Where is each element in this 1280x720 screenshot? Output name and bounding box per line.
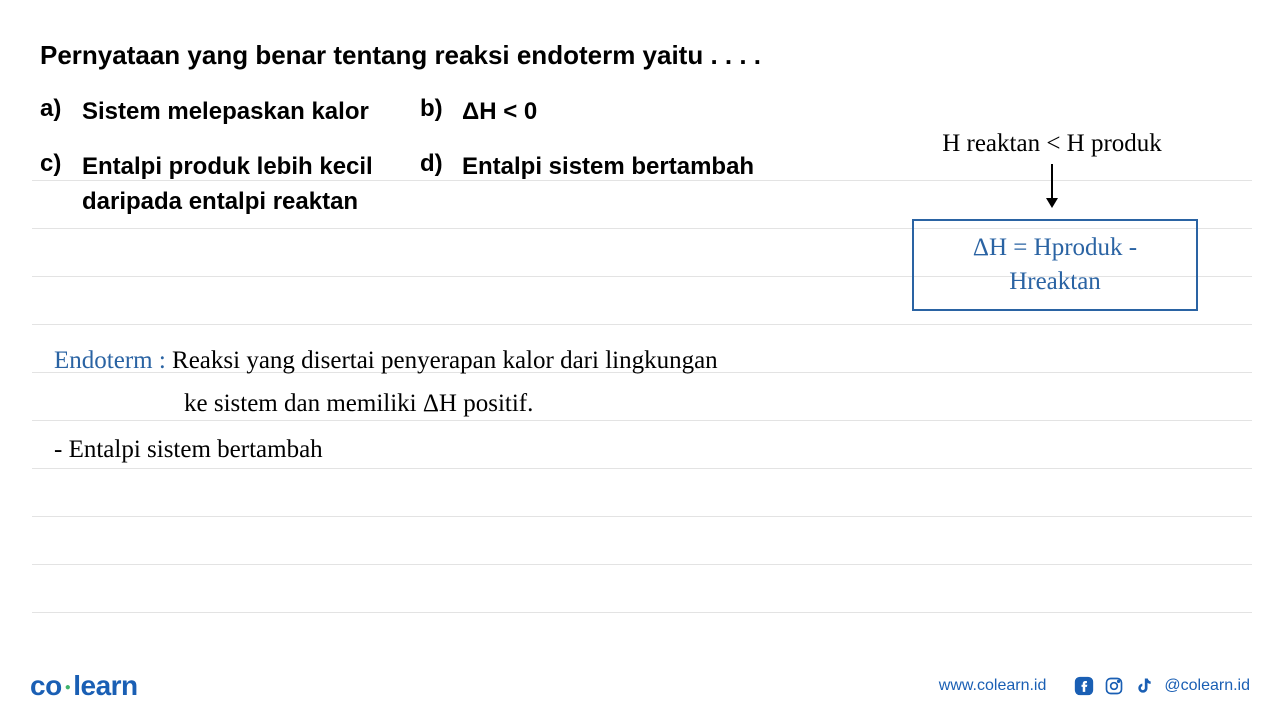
option-c-label: c) bbox=[40, 150, 72, 178]
footer-right: www.colearn.id @colearn.id bbox=[939, 676, 1250, 696]
option-d-label: d) bbox=[420, 150, 452, 178]
logo-co: co bbox=[30, 670, 62, 701]
footer-url: www.colearn.id bbox=[939, 677, 1047, 695]
rule-line bbox=[32, 516, 1252, 517]
explanation-line2: ke sistem dan memiliki ΔH positif. bbox=[54, 383, 718, 426]
explanation-block: Endoterm : Reaksi yang disertai penyerap… bbox=[54, 340, 718, 472]
explanation-line3: - Entalpi sistem bertambah bbox=[54, 429, 718, 472]
option-a-text: Sistem melepaskan kalor bbox=[82, 95, 369, 130]
option-a: a) Sistem melepaskan kalor bbox=[40, 95, 420, 130]
tiktok-icon bbox=[1134, 676, 1154, 696]
explanation-term: Endoterm : bbox=[54, 347, 166, 374]
option-b: b) ΔH < 0 bbox=[420, 95, 860, 130]
rule-line bbox=[32, 612, 1252, 613]
question-text: Pernyataan yang benar tentang reaksi end… bbox=[40, 40, 1240, 71]
rule-line bbox=[32, 324, 1252, 325]
rule-line bbox=[32, 564, 1252, 565]
annotation-panel: H reaktan < H produk ΔH = Hproduk - Hrea… bbox=[852, 130, 1252, 311]
option-b-text: ΔH < 0 bbox=[462, 95, 537, 130]
option-a-label: a) bbox=[40, 95, 72, 123]
footer: co●learn www.colearn.id @colearn.id bbox=[0, 670, 1280, 702]
footer-handle: @colearn.id bbox=[1164, 677, 1250, 695]
formula-box: ΔH = Hproduk - Hreaktan bbox=[912, 219, 1198, 311]
option-b-label: b) bbox=[420, 95, 452, 123]
annotation-comparison: H reaktan < H produk bbox=[852, 130, 1252, 158]
arrow-down-icon bbox=[1051, 164, 1053, 206]
logo-dot-icon: ● bbox=[62, 682, 74, 693]
brand-logo: co●learn bbox=[30, 670, 138, 702]
logo-learn: learn bbox=[73, 670, 137, 701]
facebook-icon bbox=[1074, 676, 1094, 696]
instagram-icon bbox=[1104, 676, 1124, 696]
explanation-line1: Reaksi yang disertai penyerapan kalor da… bbox=[172, 347, 718, 374]
